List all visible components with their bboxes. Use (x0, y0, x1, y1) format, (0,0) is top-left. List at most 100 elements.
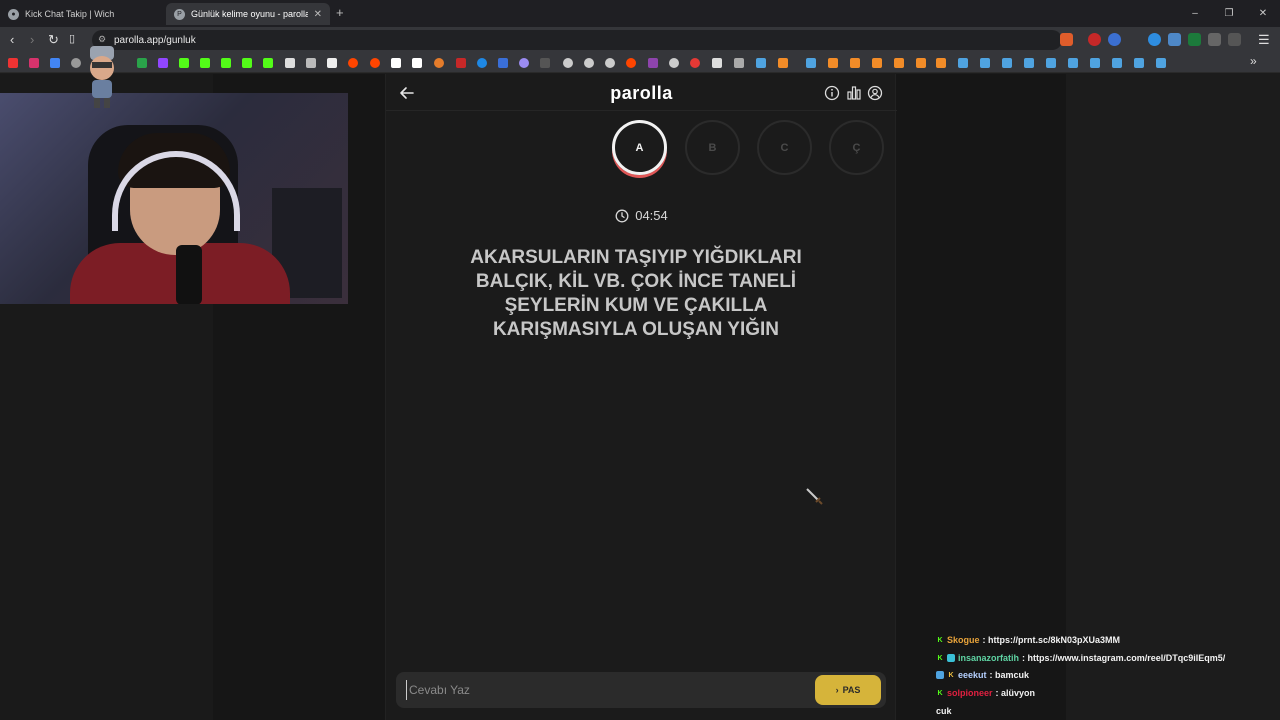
close-window-button[interactable]: ✕ (1246, 0, 1280, 27)
bookmark-icon[interactable] (563, 58, 573, 68)
mascot-sticker-icon (90, 46, 114, 108)
chat-text: cuk (936, 706, 952, 716)
instagram-bookmark-icon[interactable] (29, 58, 39, 68)
bookmark-icon[interactable] (306, 58, 316, 68)
steam-bookmark-icon[interactable] (756, 58, 766, 68)
webcam-overlay (0, 93, 348, 304)
sidebar-icon[interactable] (1228, 33, 1241, 46)
page-right-margin (1066, 74, 1280, 720)
chat-username: insanazorfatih (958, 653, 1020, 663)
chat-message: K insanazorfatih : https://www.instagram… (936, 653, 1225, 663)
bookmark-icon[interactable] (519, 58, 529, 68)
kick-bookmark-icon[interactable] (242, 58, 252, 68)
chevron-right-icon: › (835, 685, 839, 695)
bookmark-icon[interactable] (540, 58, 550, 68)
reddit-bookmark-icon[interactable] (370, 58, 380, 68)
bookmark-icon[interactable] (605, 58, 615, 68)
twitch-bookmark-icon[interactable] (158, 58, 168, 68)
forward-icon[interactable]: › (30, 32, 34, 47)
extension-icon[interactable] (1108, 33, 1121, 46)
excel-extension-icon[interactable] (1188, 33, 1201, 46)
chat-message: cuk (936, 706, 952, 716)
bookmark-icon[interactable]: ▯ (69, 32, 75, 45)
pass-button[interactable]: › PAS (815, 675, 881, 705)
chat-message: K Skogue : https://prnt.sc/8kN03pXUa3MM (936, 635, 1120, 645)
steam-bookmark-icon[interactable] (1068, 58, 1078, 68)
extension-icon[interactable] (1088, 33, 1101, 46)
user-profile-icon[interactable] (867, 85, 883, 101)
steam-bookmark-icon[interactable] (1112, 58, 1122, 68)
microphone (176, 245, 202, 304)
bookmark-icon[interactable] (456, 58, 466, 68)
translate-bookmark-icon[interactable] (50, 58, 60, 68)
tab-bar: ● Kick Chat Takip | Wich P Günlük kelime… (0, 0, 1280, 27)
clock-icon (615, 209, 629, 222)
bookmark-icon[interactable] (669, 58, 679, 68)
bookmark-icon[interactable] (936, 58, 946, 68)
steam-bookmark-icon[interactable] (1024, 58, 1034, 68)
extension-icon[interactable] (1148, 33, 1161, 46)
app-logo[interactable]: parolla (386, 83, 897, 104)
folder-icon[interactable] (734, 58, 744, 68)
reddit-bookmark-icon[interactable] (348, 58, 358, 68)
reload-icon[interactable]: ↻ (48, 32, 59, 48)
bookmark-icon[interactable] (894, 58, 904, 68)
bookmark-icon[interactable] (778, 58, 788, 68)
bookmark-icon[interactable] (391, 58, 401, 68)
sword-cursor-icon (806, 488, 823, 505)
menu-icon[interactable]: ☰ (1258, 32, 1270, 48)
steam-bookmark-icon[interactable] (806, 58, 816, 68)
gift-badge-icon (936, 671, 944, 679)
app-header: parolla (386, 74, 897, 111)
bookmark-icon[interactable] (690, 58, 700, 68)
steam-bookmark-icon[interactable] (1156, 58, 1166, 68)
bookmark-icon[interactable] (648, 58, 658, 68)
steam-bookmark-icon[interactable] (1090, 58, 1100, 68)
more-bookmarks-icon[interactable]: » (1250, 54, 1257, 68)
kick-bookmark-icon[interactable] (221, 58, 231, 68)
minimize-button[interactable]: – (1178, 0, 1212, 27)
bookmark-icon[interactable] (712, 58, 722, 68)
url-field[interactable]: ⚙ parolla.app/gunluk (92, 30, 1062, 50)
chat-message: K solpioneer : alüvyon (936, 688, 1035, 698)
anchor-bookmark-icon[interactable] (285, 58, 295, 68)
amazon-bookmark-icon[interactable] (412, 58, 422, 68)
bookmark-icon[interactable] (434, 58, 444, 68)
kick-badge-icon: K (948, 671, 954, 679)
kick-badge-icon: K (937, 689, 943, 697)
bookmark-icon[interactable] (828, 58, 838, 68)
bookmark-icon[interactable] (584, 58, 594, 68)
youtube-bookmark-icon[interactable] (8, 58, 18, 68)
kick-bookmark-icon[interactable] (179, 58, 189, 68)
new-tab-button[interactable]: + (336, 5, 344, 20)
steam-bookmark-icon[interactable] (1002, 58, 1012, 68)
kick-bookmark-icon[interactable] (263, 58, 273, 68)
info-icon[interactable] (824, 85, 840, 101)
steam-bookmark-icon[interactable] (958, 58, 968, 68)
x-bookmark-icon[interactable] (327, 58, 337, 68)
answer-input[interactable] (406, 680, 796, 700)
reddit-bookmark-icon[interactable] (626, 58, 636, 68)
tab-kick-chat[interactable]: ● Kick Chat Takip | Wich (0, 3, 165, 25)
kick-bookmark-icon[interactable] (200, 58, 210, 68)
back-icon[interactable]: ‹ (10, 32, 14, 47)
bookmark-icon[interactable] (850, 58, 860, 68)
brave-shield-icon[interactable] (1060, 33, 1073, 46)
bookmark-icon[interactable] (498, 58, 508, 68)
steam-bookmark-icon[interactable] (980, 58, 990, 68)
steam-bookmark-icon[interactable] (1134, 58, 1144, 68)
drive-bookmark-icon[interactable] (137, 58, 147, 68)
extensions-puzzle-icon[interactable] (1208, 33, 1221, 46)
bookmark-icon[interactable] (916, 58, 926, 68)
restore-button[interactable]: ❐ (1212, 0, 1246, 27)
window-controls: – ❐ ✕ (1178, 0, 1280, 27)
bookmark-icon[interactable] (872, 58, 882, 68)
tab-parolla[interactable]: P Günlük kelime oyunu - parolla - ✕ (166, 3, 330, 25)
extension-icon[interactable] (1168, 33, 1181, 46)
timer-value: 04:54 (635, 208, 668, 223)
close-tab-icon[interactable]: ✕ (314, 9, 322, 20)
steam-bookmark-icon[interactable] (1046, 58, 1056, 68)
stats-icon[interactable] (846, 85, 862, 101)
bookmark-icon[interactable] (477, 58, 487, 68)
pass-label: PAS (842, 685, 861, 695)
